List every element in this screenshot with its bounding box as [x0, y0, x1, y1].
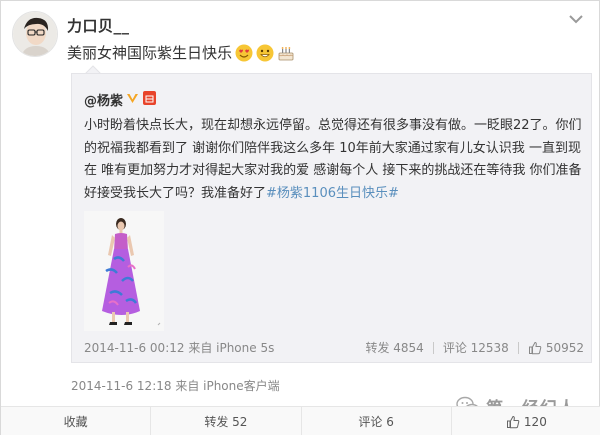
comment-label: 评论 6 — [358, 415, 394, 429]
retweeted-post[interactable]: @杨紫 小时盼着快点长大，现在却想永远停留。总觉得还有很多事没有做。一眨眼22了… — [71, 73, 592, 363]
post-author-name[interactable]: 力口贝__ — [67, 15, 130, 36]
repost-label: 转发 52 — [204, 415, 248, 429]
like-label: 120 — [523, 414, 547, 429]
action-bar: 收藏 转发 52 评论 6 120 — [1, 406, 600, 435]
thumbs-up-icon[interactable] — [528, 341, 542, 355]
grin-emoji-icon — [256, 44, 274, 62]
heart-eyes-emoji-icon — [235, 44, 253, 62]
retweet-repost-count[interactable]: 转发 4854 — [365, 339, 423, 356]
avatar[interactable] — [12, 11, 58, 57]
retweet-stats: 转发 4854 评论 12538 50952 — [365, 339, 584, 356]
retweet-text: 小时盼着快点长大，现在却想永远停留。总觉得还有很多事没有做。一眨眼22了。你们的… — [84, 115, 584, 205]
divider — [517, 341, 519, 354]
comment-button[interactable]: 评论 6 — [302, 407, 452, 435]
avatar-image — [13, 12, 57, 56]
retweet-like-count[interactable]: 50952 — [546, 341, 584, 355]
photo-woman-in-dress — [84, 211, 164, 331]
favorite-button[interactable]: 收藏 — [1, 407, 152, 435]
thumbs-up-icon — [506, 415, 520, 428]
retweet-photo[interactable] — [84, 211, 164, 331]
chevron-down-icon[interactable] — [566, 12, 586, 26]
post-text: 美丽女神国际紫生日快乐 — [67, 44, 233, 62]
verified-badge-icon — [127, 94, 138, 103]
like-button[interactable]: 120 — [452, 407, 600, 435]
favorite-label: 收藏 — [63, 415, 88, 429]
retweet-comment-count[interactable]: 评论 12538 — [443, 339, 509, 356]
retweet-hashtag[interactable]: #杨紫1106生日快乐# — [266, 186, 399, 201]
weibo-post-card: 力口贝__ 美丽女神国际紫生日快乐 @杨紫 小时盼着快点长大，现在却想永远停留。… — [0, 0, 600, 435]
post-content: 美丽女神国际紫生日快乐 — [67, 42, 295, 63]
retweet-author-name[interactable]: @杨紫 — [84, 90, 123, 109]
retweet-timestamp[interactable]: 2014-11-6 00:12 来自 iPhone 5s — [84, 339, 274, 356]
vip-member-icon — [143, 91, 156, 105]
post-timestamp[interactable]: 2014-11-6 12:18 来自 iPhone客户端 — [71, 377, 280, 394]
repost-button[interactable]: 转发 52 — [151, 407, 302, 435]
divider — [432, 341, 434, 354]
cake-emoji-icon — [277, 44, 295, 62]
